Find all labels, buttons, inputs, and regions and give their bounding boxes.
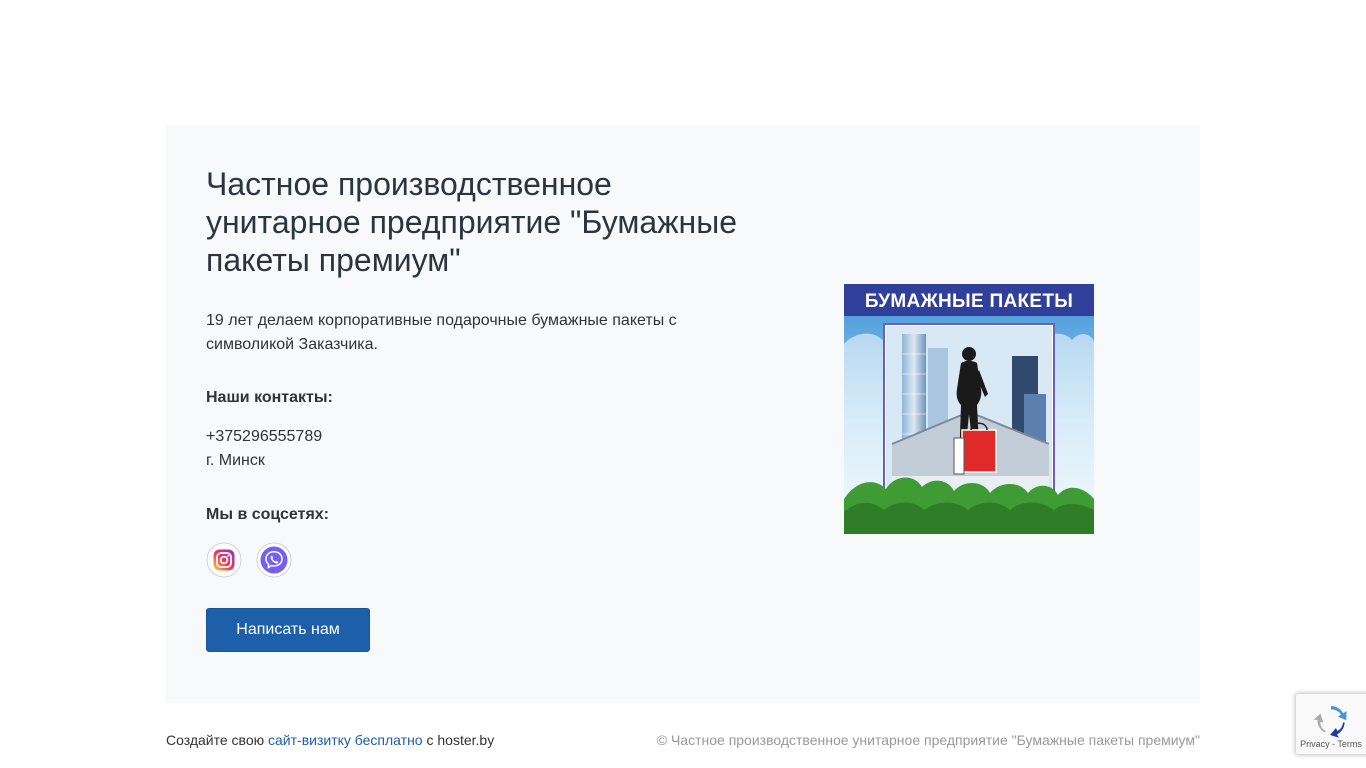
- footer-prefix: Создайте свою: [166, 732, 265, 748]
- paper-bags-logo-image: БУМАЖНЫЕ ПАКЕТЫ: [844, 284, 1094, 534]
- viber-icon[interactable]: [256, 542, 292, 578]
- logo-caption: БУМАЖНЫЕ ПАКЕТЫ: [865, 291, 1073, 312]
- recaptcha-icon: [1313, 706, 1347, 738]
- recaptcha-links[interactable]: Privacy - Terms: [1296, 738, 1366, 750]
- company-tagline: 19 лет делаем корпоративные подарочные б…: [206, 312, 677, 353]
- contacts-heading: Наши контакты:: [206, 389, 333, 406]
- company-title: Частное производственное унитарное предп…: [206, 166, 737, 278]
- free-site-link[interactable]: сайт-визитку бесплатно: [268, 732, 423, 748]
- socials-heading: Мы в соцсетях:: [206, 506, 329, 523]
- recaptcha-badge[interactable]: Privacy - Terms: [1296, 694, 1366, 754]
- info-card: Частное производственное унитарное предп…: [166, 125, 1200, 703]
- footer-copyright: © Частное производственное унитарное пре…: [656, 732, 1200, 748]
- phone-number: +375296555789: [206, 428, 323, 445]
- instagram-icon[interactable]: [206, 542, 242, 578]
- city-address: г. Минск: [206, 452, 265, 469]
- footer-credit: Создайте свою сайт-визитку бесплатно с h…: [166, 731, 494, 749]
- footer-suffix: с hoster.by: [426, 732, 495, 748]
- write-us-button[interactable]: Написать нам: [206, 608, 370, 652]
